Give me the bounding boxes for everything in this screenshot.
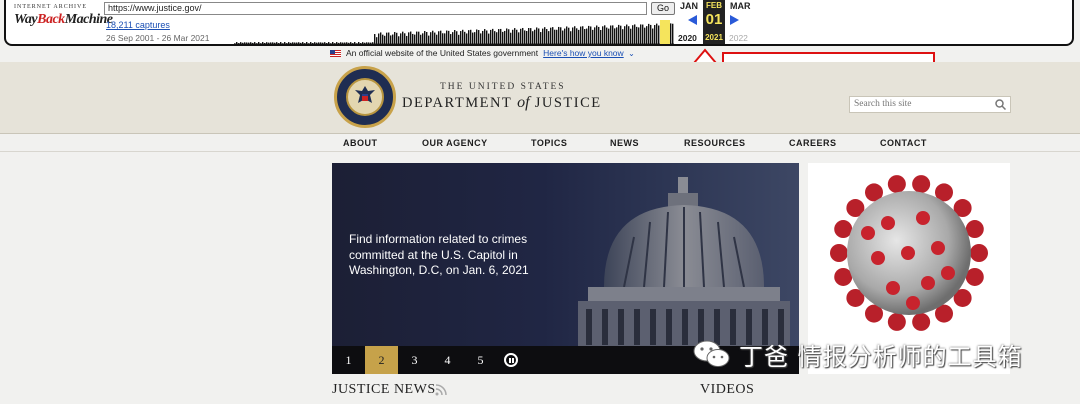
capture-date-range: 26 Sep 2001 - 26 Mar 2021 (106, 33, 210, 43)
pause-icon[interactable] (504, 353, 518, 367)
captures-link[interactable]: 18,211 captures (106, 20, 170, 30)
wechat-watermark: 丁爸 情报分析师的工具箱 (693, 335, 1053, 375)
carousel-page-2[interactable]: 2 (365, 346, 398, 374)
nav-our-agency[interactable]: OUR AGENCY (422, 138, 488, 148)
wayback-logo[interactable]: INTERNET ARCHIVE WayBackMachine (14, 4, 113, 42)
rss-icon[interactable] (435, 384, 447, 396)
wechat-icon (693, 340, 730, 367)
justice-news-heading[interactable]: JUSTICE NEWS (332, 382, 436, 398)
nav-topics[interactable]: TOPICS (531, 138, 567, 148)
wayback-logo-wordmark: WayBackMachine (14, 12, 113, 27)
carousel-page-4[interactable]: 4 (431, 346, 464, 374)
carousel-page-3[interactable]: 3 (398, 346, 431, 374)
eagle-icon (355, 86, 375, 103)
next-month-label[interactable]: MAR (730, 1, 751, 11)
wayback-logo-caption: INTERNET ARCHIVE (14, 4, 88, 10)
us-flag-icon (330, 50, 341, 57)
nav-news[interactable]: NEWS (610, 138, 639, 148)
prev-month-label[interactable]: JAN (680, 1, 698, 11)
prev-year-label[interactable]: 2020 (678, 33, 697, 43)
current-month: FEB (706, 1, 722, 10)
calendar-navigator: JAN MAR FEB 01 2021 2020 2022 (676, 0, 756, 46)
doj-seal-logo[interactable] (334, 66, 396, 128)
watermark-text: 丁爸 情报分析师的工具箱 (739, 343, 1023, 371)
current-date-cell: FEB 01 2021 (703, 0, 725, 44)
site-header: THE UNITED STATES DEPARTMENT of JUSTICE … (0, 62, 1080, 134)
header-subtitle: THE UNITED STATES (440, 82, 566, 92)
nav-contact[interactable]: CONTACT (880, 138, 927, 148)
nav-careers[interactable]: CAREERS (789, 138, 837, 148)
prev-capture-arrow-icon[interactable] (688, 15, 697, 25)
nav-resources[interactable]: RESOURCES (684, 138, 746, 148)
official-gov-banner: An official website of the United States… (330, 48, 635, 60)
carousel-page-1[interactable]: 1 (332, 346, 365, 374)
header-title[interactable]: DEPARTMENT of JUSTICE (402, 94, 602, 112)
current-day: 01 (705, 11, 723, 28)
current-year: 2021 (705, 33, 723, 42)
capture-sparkline[interactable] (234, 20, 674, 44)
main-nav: ABOUT OUR AGENCY TOPICS NEWS RESOURCES C… (0, 134, 1080, 152)
next-year-label: 2022 (729, 33, 748, 43)
search-placeholder: Search this site (854, 99, 912, 109)
search-input[interactable]: Search this site (849, 96, 1011, 113)
sparkline-highlight (660, 20, 670, 44)
search-icon[interactable] (995, 99, 1006, 110)
hero-caption[interactable]: Find information related to crimes commi… (349, 232, 549, 279)
nav-about[interactable]: ABOUT (343, 138, 378, 148)
official-text: An official website of the United States… (346, 48, 539, 58)
next-capture-arrow-icon[interactable] (730, 15, 739, 25)
wayback-go-button[interactable]: Go (651, 2, 675, 15)
wayback-toolbar: INTERNET ARCHIVE WayBackMachine https://… (4, 0, 1074, 46)
sparkline-chart[interactable] (234, 20, 674, 44)
chevron-down-icon[interactable]: ⌄ (628, 49, 635, 58)
videos-heading[interactable]: VIDEOS (700, 382, 754, 398)
wayback-url-input[interactable]: https://www.justice.gov/ (104, 2, 647, 15)
heres-how-link[interactable]: Here's how you know (543, 48, 624, 58)
carousel-page-5[interactable]: 5 (464, 346, 497, 374)
